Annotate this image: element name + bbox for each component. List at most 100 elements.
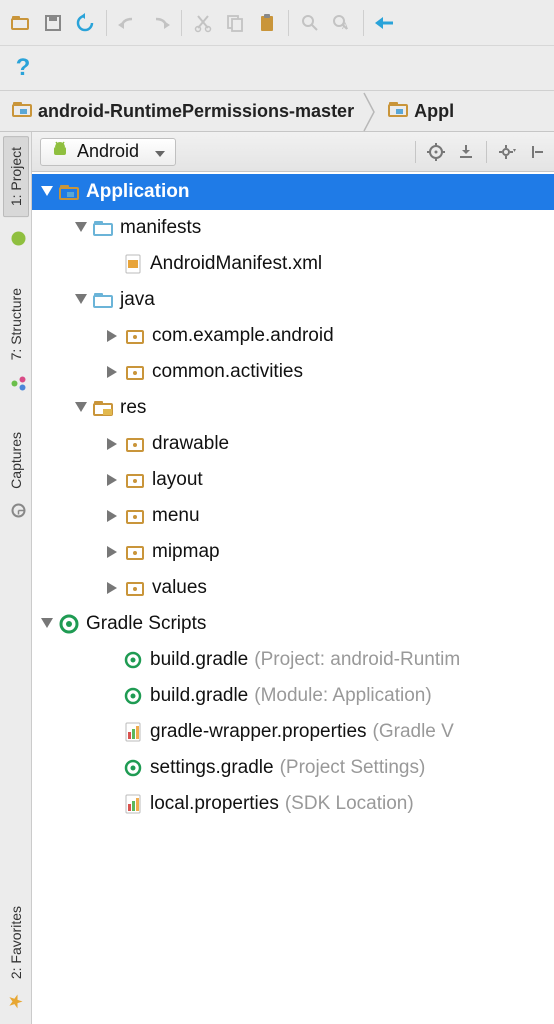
tree-label: values (152, 577, 207, 599)
help-icon[interactable]: ? (8, 53, 38, 83)
tree-node-res-folder[interactable]: menu (32, 498, 554, 534)
collapse-all-icon[interactable] (453, 139, 479, 165)
expand-arrow-icon[interactable] (38, 615, 56, 633)
project-view-label: Android (77, 141, 139, 162)
tree-node-package[interactable]: com.example.android (32, 318, 554, 354)
tree-node-gradle-file[interactable]: build.gradle (Module: Application) (32, 678, 554, 714)
breadcrumb-chevron-icon (362, 91, 376, 133)
paste-icon[interactable] (252, 8, 282, 38)
tree-label: Gradle Scripts (86, 613, 206, 635)
tree-label-suffix: (Project: android-Runtim (254, 649, 460, 671)
tree-label: java (120, 289, 155, 311)
tool-window-stripe: 1: Project 7: Structure Captures 2: Favo… (0, 132, 32, 1024)
xml-file-icon (122, 253, 144, 275)
tree-label-suffix: (Gradle V (373, 721, 454, 743)
tree-label: Application (86, 181, 189, 203)
tree-label: build.gradle (150, 685, 248, 707)
redo-icon[interactable] (145, 8, 175, 38)
tree-node-gradle-file[interactable]: settings.gradle (Project Settings) (32, 750, 554, 786)
save-icon[interactable] (38, 8, 68, 38)
tool-tab-structure[interactable]: 7: Structure (4, 278, 28, 370)
tree-node-res-folder[interactable]: values (32, 570, 554, 606)
tree-label: settings.gradle (150, 757, 274, 779)
collapse-arrow-icon[interactable] (104, 363, 122, 381)
tree-label: layout (152, 469, 203, 491)
scroll-to-source-icon[interactable] (423, 139, 449, 165)
collapse-arrow-icon[interactable] (104, 327, 122, 345)
res-folder-icon (92, 397, 114, 419)
hide-panel-icon[interactable] (524, 139, 550, 165)
tree-node-properties-file[interactable]: gradle-wrapper.properties (Gradle V (32, 714, 554, 750)
module-folder-icon (388, 101, 408, 122)
gear-icon[interactable] (494, 139, 520, 165)
tree-label: gradle-wrapper.properties (150, 721, 367, 743)
package-icon (124, 505, 146, 527)
tree-label: res (120, 397, 146, 419)
gradle-icon (122, 757, 144, 779)
tree-label: common.activities (152, 361, 303, 383)
tree-node-package[interactable]: common.activities (32, 354, 554, 390)
tree-node-res-folder[interactable]: drawable (32, 426, 554, 462)
properties-file-icon (122, 721, 144, 743)
tree-node-res-folder[interactable]: layout (32, 462, 554, 498)
expand-arrow-icon[interactable] (72, 399, 90, 417)
tree-node-manifests[interactable]: manifests (32, 210, 554, 246)
tree-node-gradle-scripts[interactable]: Gradle Scripts (32, 606, 554, 642)
collapse-arrow-icon[interactable] (104, 579, 122, 597)
package-icon (124, 433, 146, 455)
tree-label-suffix: (SDK Location) (285, 793, 414, 815)
collapse-arrow-icon[interactable] (104, 507, 122, 525)
tree-label: manifests (120, 217, 201, 239)
open-icon[interactable] (6, 8, 36, 38)
tree-node-gradle-file[interactable]: build.gradle (Project: android-Runtim (32, 642, 554, 678)
properties-file-icon (122, 793, 144, 815)
find-icon[interactable] (295, 8, 325, 38)
collapse-arrow-icon[interactable] (104, 543, 122, 561)
folder-icon (92, 289, 114, 311)
tree-node-java[interactable]: java (32, 282, 554, 318)
cut-icon[interactable] (188, 8, 218, 38)
package-icon (124, 361, 146, 383)
tree-node-res-folder[interactable]: mipmap (32, 534, 554, 570)
tree-label: local.properties (150, 793, 279, 815)
copy-icon[interactable] (220, 8, 250, 38)
tree-node-manifest-file[interactable]: AndroidManifest.xml (32, 246, 554, 282)
tree-node-application[interactable]: Application (32, 174, 554, 210)
toolbar-separator (288, 10, 289, 36)
main-toolbar: A (0, 0, 554, 46)
breadcrumb-root-label: android-RuntimePermissions-master (38, 101, 354, 122)
toolbar-separator (363, 10, 364, 36)
project-tree[interactable]: Application manifests AndroidManifest.xm… (32, 172, 554, 1024)
tree-node-res[interactable]: res (32, 390, 554, 426)
chevron-down-icon (155, 141, 165, 162)
secondary-toolbar: ? (0, 46, 554, 90)
back-icon[interactable] (370, 8, 400, 38)
undo-icon[interactable] (113, 8, 143, 38)
collapse-arrow-icon[interactable] (104, 471, 122, 489)
tree-label: AndroidManifest.xml (150, 253, 322, 275)
android-icon (4, 230, 27, 248)
breadcrumb-root[interactable]: android-RuntimePermissions-master (0, 91, 362, 131)
replace-icon[interactable]: A (327, 8, 357, 38)
tree-node-properties-file[interactable]: local.properties (SDK Location) (32, 786, 554, 822)
tool-tab-structure-label: 7: Structure (8, 288, 24, 360)
project-view-selector[interactable]: Android (40, 138, 176, 166)
expand-arrow-icon[interactable] (38, 183, 56, 201)
android-icon (51, 140, 69, 163)
tree-label: drawable (152, 433, 229, 455)
module-folder-icon (12, 101, 32, 122)
collapse-arrow-icon[interactable] (104, 435, 122, 453)
toolbar-separator (181, 10, 182, 36)
breadcrumb-bar: android-RuntimePermissions-master Appl (0, 90, 554, 132)
expand-arrow-icon[interactable] (72, 291, 90, 309)
breadcrumb-child-label: Appl (414, 101, 454, 122)
gradle-icon (122, 685, 144, 707)
sync-icon[interactable] (70, 8, 100, 38)
tool-tab-captures[interactable]: Captures (4, 422, 28, 499)
expand-arrow-icon[interactable] (72, 219, 90, 237)
tool-tab-project-label: 1: Project (8, 147, 24, 206)
tool-tab-project[interactable]: 1: Project (3, 136, 29, 217)
tool-tab-favorites[interactable]: 2: Favorites (4, 896, 28, 989)
tool-tab-captures-label: Captures (8, 432, 24, 489)
breadcrumb-child[interactable]: Appl (376, 91, 462, 131)
